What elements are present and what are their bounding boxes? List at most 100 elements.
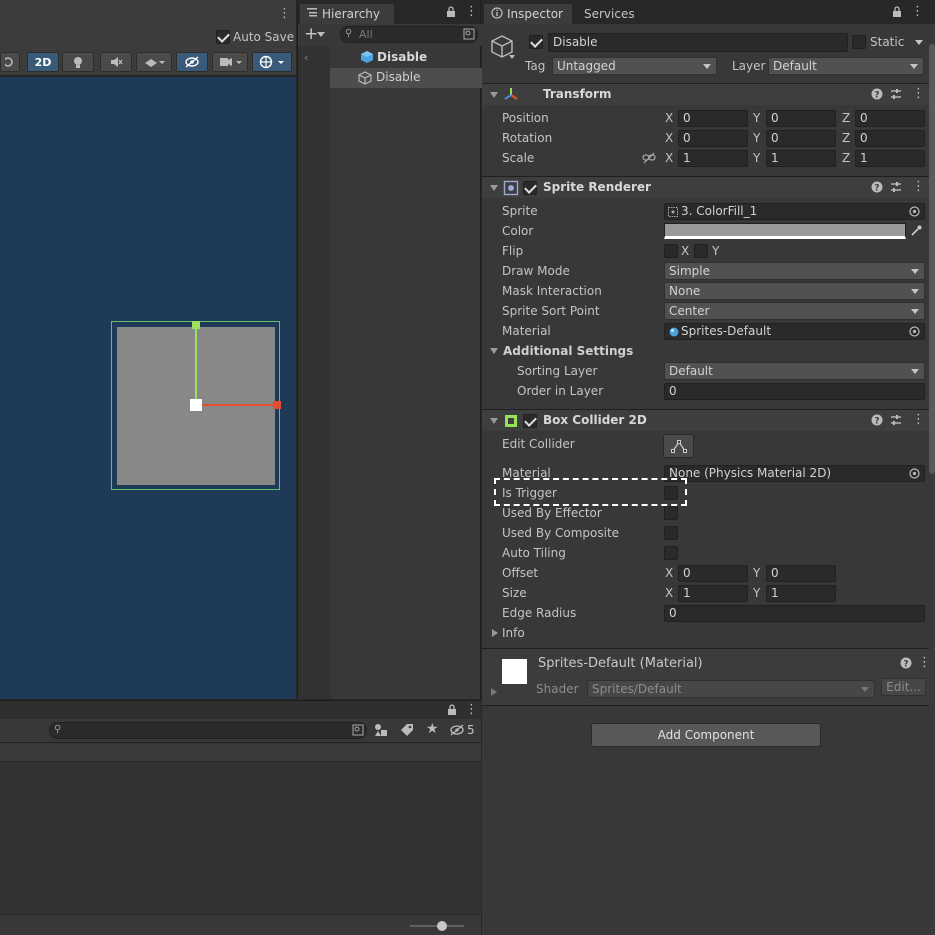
more-options-icon[interactable]: ⋮ [912, 412, 925, 427]
sprite-object-field[interactable]: 3. ColorFill_1 [664, 203, 925, 220]
additional-settings-foldout-icon[interactable] [490, 348, 498, 354]
draw-mode-dropdown[interactable]: Simple [664, 262, 925, 280]
flip-y-checkbox[interactable] [694, 244, 708, 258]
object-picker-icon[interactable] [909, 468, 920, 479]
hierarchy-item-disable[interactable]: Disable [330, 68, 482, 88]
presets-icon[interactable] [890, 181, 902, 193]
auto-save-checkbox[interactable] [216, 30, 230, 44]
more-options-icon[interactable]: ⋮ [278, 6, 291, 21]
offset-x-field[interactable]: 0 [678, 565, 748, 582]
sprite-sort-point-dropdown[interactable]: Center [664, 302, 925, 320]
auto-tiling-checkbox[interactable] [664, 546, 678, 560]
lighting-toggle-button[interactable] [62, 52, 94, 72]
material-object-field[interactable]: Sprites-Default [664, 323, 925, 340]
tab-inspector[interactable]: Inspector [484, 4, 572, 24]
sorting-layer-dropdown[interactable]: Default [664, 362, 925, 380]
help-icon[interactable]: ? [900, 657, 912, 669]
order-in-layer-field[interactable]: 0 [664, 383, 925, 400]
lock-icon[interactable] [892, 6, 902, 18]
hidden-packages-icon[interactable] [450, 724, 466, 736]
tab-services[interactable]: Services [574, 4, 654, 24]
sprite-renderer-header[interactable]: Sprite Renderer ? ⋮ [482, 176, 935, 198]
more-options-icon[interactable]: ⋮ [912, 179, 925, 194]
effects-dropdown[interactable] [136, 52, 172, 72]
inspector-scrollbar-thumb[interactable] [929, 44, 935, 474]
y-axis-handle-tip[interactable] [192, 321, 200, 329]
color-swatch[interactable] [664, 223, 906, 239]
more-options-icon[interactable]: ⋮ [465, 702, 478, 717]
search-options-icon[interactable] [352, 724, 364, 736]
2d-toggle-button[interactable]: 2D [27, 52, 59, 72]
search-options-icon[interactable] [463, 28, 475, 40]
y-axis-handle[interactable] [195, 325, 197, 405]
more-options-icon[interactable]: ⋮ [911, 4, 924, 19]
offset-y-field[interactable]: 0 [766, 565, 836, 582]
active-checkbox[interactable] [529, 35, 543, 49]
project-content-area[interactable] [0, 762, 481, 914]
more-options-icon[interactable]: ⋮ [912, 86, 925, 101]
edit-collider-button[interactable] [663, 434, 694, 458]
layer-dropdown[interactable]: Default [768, 57, 924, 75]
foldout-icon[interactable] [490, 185, 498, 191]
rotation-y-field[interactable]: 0 [766, 130, 836, 147]
draw-mode-button[interactable] [0, 52, 20, 72]
scale-x-field[interactable]: 1 [678, 150, 748, 167]
foldout-icon[interactable] [490, 418, 498, 424]
mask-interaction-dropdown[interactable]: None [664, 282, 925, 300]
info-foldout-icon[interactable] [492, 629, 498, 637]
shader-dropdown[interactable]: Sprites/Default [587, 680, 875, 698]
size-y-field[interactable]: 1 [766, 585, 836, 602]
rotation-x-field[interactable]: 0 [678, 130, 748, 147]
filter-by-label-icon[interactable] [400, 723, 414, 737]
object-picker-icon[interactable] [909, 326, 920, 337]
material-foldout-icon[interactable] [491, 688, 497, 696]
hierarchy-search-input[interactable]: ⚲ All [340, 26, 478, 43]
audio-toggle-button[interactable] [100, 52, 132, 72]
hidden-objects-toggle[interactable] [176, 52, 208, 72]
used-by-composite-checkbox[interactable] [664, 526, 678, 540]
rotation-z-field[interactable]: 0 [855, 130, 925, 147]
tab-hierarchy[interactable]: Hierarchy [300, 4, 394, 24]
chevron-left-icon[interactable]: ‹ [304, 51, 308, 64]
center-handle[interactable] [190, 399, 202, 411]
edit-shader-button[interactable]: Edit... [881, 678, 926, 696]
transform-header[interactable]: Transform ? ⋮ [482, 83, 935, 105]
camera-dropdown[interactable] [212, 52, 248, 72]
icon-picker-chevron[interactable] [509, 55, 515, 59]
sprite-renderer-enabled-checkbox[interactable] [523, 181, 537, 195]
help-icon[interactable]: ? [871, 414, 883, 426]
add-component-button[interactable]: Add Component [591, 723, 821, 747]
additional-settings-label[interactable]: Additional Settings [503, 344, 633, 358]
object-picker-icon[interactable] [909, 206, 920, 217]
project-search-input[interactable]: ⚲ [49, 722, 367, 739]
object-name-input[interactable]: Disable [548, 33, 848, 52]
scene-row[interactable]: ‹ Disable [298, 48, 482, 68]
presets-icon[interactable] [890, 88, 902, 100]
more-options-icon[interactable]: ⋮ [465, 4, 478, 19]
filter-by-type-icon[interactable] [374, 723, 388, 737]
scale-z-field[interactable]: 1 [855, 150, 925, 167]
eyedropper-icon[interactable] [910, 225, 922, 237]
lock-icon[interactable] [446, 6, 456, 18]
gizmos-dropdown[interactable] [252, 52, 292, 72]
tag-dropdown[interactable]: Untagged [552, 57, 717, 75]
position-z-field[interactable]: 0 [855, 110, 925, 127]
help-icon[interactable]: ? [871, 181, 883, 193]
box-collider-header[interactable]: Box Collider 2D ? ⋮ [482, 409, 935, 431]
used-by-effector-checkbox[interactable] [664, 506, 678, 520]
inspector-scrollbar[interactable] [929, 24, 935, 935]
x-axis-handle[interactable] [196, 404, 276, 406]
lock-icon[interactable] [447, 704, 457, 716]
position-x-field[interactable]: 0 [678, 110, 748, 127]
scene-view[interactable] [0, 77, 296, 699]
chevron-down-icon[interactable] [317, 32, 325, 37]
physics-material-field[interactable]: None (Physics Material 2D) [664, 465, 925, 482]
x-axis-handle-tip[interactable] [273, 401, 281, 409]
static-dropdown-chevron[interactable] [915, 40, 923, 45]
scale-y-field[interactable]: 1 [766, 150, 836, 167]
size-x-field[interactable]: 1 [678, 585, 748, 602]
edge-radius-field[interactable]: 0 [664, 605, 925, 622]
position-y-field[interactable]: 0 [766, 110, 836, 127]
zoom-slider-thumb[interactable] [437, 921, 447, 931]
star-icon[interactable]: ★ [426, 721, 439, 737]
